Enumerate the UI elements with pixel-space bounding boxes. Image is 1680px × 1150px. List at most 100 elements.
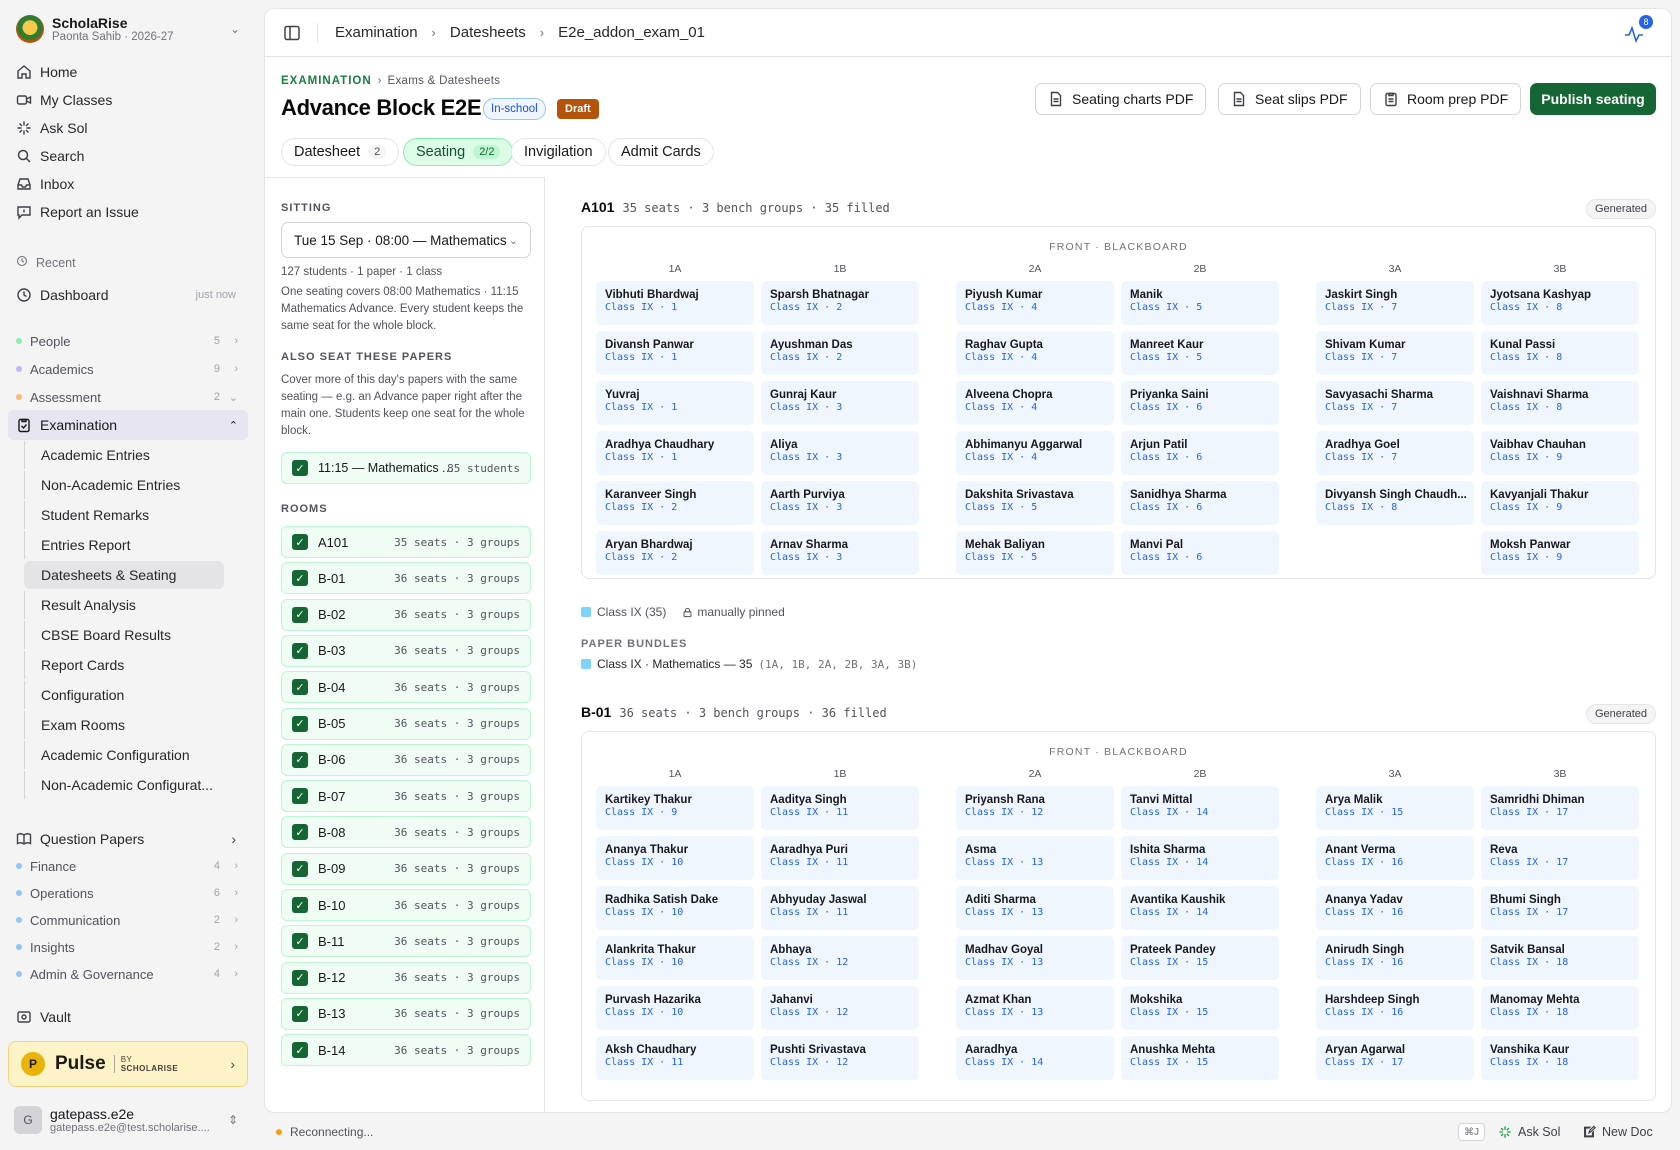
- subnav-item[interactable]: Report Cards: [24, 651, 224, 679]
- seat-cell[interactable]: Vanshika Kaur Class IX · 18: [1481, 1036, 1639, 1080]
- seat-cell[interactable]: Piyush Kumar Class IX · 4: [956, 281, 1114, 325]
- room-checkbox-row[interactable]: ✓ B-04 36 seats · 3 groups: [281, 671, 531, 704]
- group-people[interactable]: People 5 ›: [8, 329, 248, 353]
- activity-icon[interactable]: 8: [1623, 15, 1653, 45]
- seat-cell[interactable]: Ananya Yadav Class IX · 16: [1316, 886, 1474, 930]
- seat-cell[interactable]: Aryan Bhardwaj Class IX · 2: [596, 531, 754, 575]
- paper-checkbox-row[interactable]: ✓ 11:15 — Mathematics Advance 85 student…: [281, 452, 531, 484]
- room-checkbox-row[interactable]: ✓ A101 35 seats · 3 groups: [281, 526, 531, 558]
- room-checkbox-row[interactable]: ✓ B-09 36 seats · 3 groups: [281, 852, 531, 885]
- ask-sol-button[interactable]: Ask Sol: [1498, 1125, 1560, 1139]
- seat-cell[interactable]: Raghav Gupta Class IX · 4: [956, 331, 1114, 375]
- subnav-item[interactable]: Student Remarks: [24, 501, 224, 529]
- checkbox-checked[interactable]: ✓: [292, 788, 308, 805]
- seat-cell[interactable]: Arjun Patil Class IX · 6: [1121, 431, 1279, 475]
- subnav-item[interactable]: Result Analysis: [24, 591, 224, 619]
- seat-cell[interactable]: Azmat Khan Class IX · 13: [956, 986, 1114, 1030]
- seat-cell[interactable]: Moksh Panwar Class IX · 9: [1481, 531, 1639, 575]
- subnav-item[interactable]: Datesheets & Seating: [24, 561, 224, 589]
- seat-cell[interactable]: Aditi Sharma Class IX · 13: [956, 886, 1114, 930]
- seat-cell[interactable]: Alankrita Thakur Class IX · 10: [596, 936, 754, 980]
- subnav-item[interactable]: Academic Entries: [24, 441, 224, 469]
- room-checkbox-row[interactable]: ✓ B-12 36 seats · 3 groups: [281, 961, 531, 994]
- seat-cell[interactable]: Harshdeep Singh Class IX · 16: [1316, 986, 1474, 1030]
- nav-question-papers[interactable]: Question Papers ›: [8, 825, 248, 853]
- seat-cell[interactable]: Abhimanyu Aggarwal Class IX · 4: [956, 431, 1114, 475]
- seat-cell[interactable]: Jaskirt Singh Class IX · 7: [1316, 281, 1474, 325]
- room-checkbox-row[interactable]: ✓ B-14 36 seats · 3 groups: [281, 1034, 531, 1067]
- group-academics[interactable]: Academics 9 ›: [8, 357, 248, 381]
- checkbox-checked[interactable]: ✓: [292, 933, 308, 950]
- nav-examination[interactable]: Examination ⌃: [8, 410, 248, 440]
- subnav-item[interactable]: Configuration: [24, 681, 224, 709]
- seat-cell[interactable]: Aryan Agarwal Class IX · 17: [1316, 1036, 1474, 1080]
- seat-cell[interactable]: Gunraj Kaur Class IX · 3: [761, 381, 919, 425]
- tab-seating[interactable]: Seating 2/2: [403, 138, 514, 166]
- subnav-item[interactable]: Entries Report: [24, 531, 224, 559]
- org-switcher[interactable]: ScholaRise Paonta Sahib · 2026-27 ⌄: [8, 8, 248, 50]
- nav-search[interactable]: Search: [8, 142, 248, 170]
- seat-cell[interactable]: Anirudh Singh Class IX · 16: [1316, 936, 1474, 980]
- seat-cell[interactable]: Prateek Pandey Class IX · 15: [1121, 936, 1279, 980]
- seat-cell[interactable]: Divyansh Singh Chaudh... Class IX · 8: [1316, 481, 1474, 525]
- tab-datesheet[interactable]: Datesheet 2: [281, 138, 400, 166]
- sidebar-toggle-icon[interactable]: [283, 24, 301, 42]
- room-prep-pdf-button[interactable]: Room prep PDF: [1370, 83, 1522, 115]
- subnav-item[interactable]: Exam Rooms: [24, 711, 224, 739]
- seat-cell[interactable]: Ananya Thakur Class IX · 10: [596, 836, 754, 880]
- checkbox-checked[interactable]: ✓: [292, 1005, 308, 1022]
- seat-cell[interactable]: Vibhuti Bhardwaj Class IX · 1: [596, 281, 754, 325]
- seat-cell[interactable]: Avantika Kaushik Class IX · 14: [1121, 886, 1279, 930]
- user-menu[interactable]: G gatepass.e2e gatepass.e2e@test.scholar…: [8, 1100, 248, 1140]
- seat-cell[interactable]: Aksh Chaudhary Class IX · 11: [596, 1036, 754, 1080]
- checkbox-checked[interactable]: ✓: [292, 824, 308, 841]
- subnav-item[interactable]: Academic Configuration: [24, 741, 224, 769]
- room-checkbox-row[interactable]: ✓ B-13 36 seats · 3 groups: [281, 997, 531, 1030]
- nav-my-classes[interactable]: My Classes: [8, 86, 248, 114]
- checkbox-checked[interactable]: ✓: [292, 897, 308, 913]
- seat-cell[interactable]: Aarth Purviya Class IX · 3: [761, 481, 919, 525]
- checkbox-checked[interactable]: ✓: [292, 534, 308, 550]
- checkbox-checked[interactable]: ✓: [292, 1042, 308, 1059]
- seat-cell[interactable]: Priyansh Rana Class IX · 12: [956, 786, 1114, 830]
- group-admin[interactable]: Admin & Governance 4 ›: [8, 962, 248, 986]
- room-checkbox-row[interactable]: ✓ B-01 36 seats · 3 groups: [281, 562, 531, 595]
- room-checkbox-row[interactable]: ✓ B-06 36 seats · 3 groups: [281, 743, 531, 776]
- nav-ask-sol[interactable]: Ask Sol: [8, 114, 248, 142]
- seat-cell[interactable]: Pushti Srivastava Class IX · 12: [761, 1036, 919, 1080]
- breadcrumb-item[interactable]: Examination: [335, 24, 418, 41]
- group-assessment[interactable]: Assessment 2 ⌄: [8, 385, 248, 409]
- seat-cell[interactable]: Savyasachi Sharma Class IX · 7: [1316, 381, 1474, 425]
- seat-cell[interactable]: Alveena Chopra Class IX · 4: [956, 381, 1114, 425]
- seat-cell[interactable]: Manvi Pal Class IX · 6: [1121, 531, 1279, 575]
- seat-cell[interactable]: Samridhi Dhiman Class IX · 17: [1481, 786, 1639, 830]
- nav-vault[interactable]: Vault: [8, 1003, 248, 1031]
- checkbox-checked[interactable]: ✓: [292, 969, 308, 986]
- seat-cell[interactable]: Reva Class IX · 17: [1481, 836, 1639, 880]
- seat-cell[interactable]: Yuvraj Class IX · 1: [596, 381, 754, 425]
- room-checkbox-row[interactable]: ✓ B-02 36 seats · 3 groups: [281, 598, 531, 631]
- seat-cell[interactable]: Kartikey Thakur Class IX · 9: [596, 786, 754, 830]
- checkbox-checked[interactable]: ✓: [292, 570, 308, 587]
- seat-cell[interactable]: Arya Malik Class IX · 15: [1316, 786, 1474, 830]
- seat-cell[interactable]: Ayushman Das Class IX · 2: [761, 331, 919, 375]
- seat-slips-pdf-button[interactable]: Seat slips PDF: [1218, 83, 1361, 115]
- seat-cell[interactable]: Anant Verma Class IX · 16: [1316, 836, 1474, 880]
- seat-cell[interactable]: Vaishnavi Sharma Class IX · 8: [1481, 381, 1639, 425]
- seat-cell[interactable]: Asma Class IX · 13: [956, 836, 1114, 880]
- nav-home[interactable]: Home: [8, 58, 248, 86]
- seat-cell[interactable]: Sanidhya Sharma Class IX · 6: [1121, 481, 1279, 525]
- nav-inbox[interactable]: Inbox: [8, 170, 248, 198]
- seat-cell[interactable]: Aliya Class IX · 3: [761, 431, 919, 475]
- subnav-item[interactable]: CBSE Board Results: [24, 621, 224, 649]
- room-checkbox-row[interactable]: ✓ B-03 36 seats · 3 groups: [281, 634, 531, 667]
- seat-cell[interactable]: Vaibhav Chauhan Class IX · 9: [1481, 431, 1639, 475]
- subnav-item[interactable]: Non-Academic Entries: [24, 471, 224, 499]
- seat-cell[interactable]: Abhyuday Jaswal Class IX · 11: [761, 886, 919, 930]
- seat-cell[interactable]: Jahanvi Class IX · 12: [761, 986, 919, 1030]
- checkbox-checked[interactable]: ✓: [292, 751, 308, 768]
- seat-cell[interactable]: Arnav Sharma Class IX · 3: [761, 531, 919, 575]
- seat-cell[interactable]: Jyotsana Kashyap Class IX · 8: [1481, 281, 1639, 325]
- sitting-select[interactable]: Tue 15 Sep · 08:00 — Mathematics ⌄: [281, 222, 531, 258]
- tab-admit-cards[interactable]: Admit Cards: [608, 138, 714, 166]
